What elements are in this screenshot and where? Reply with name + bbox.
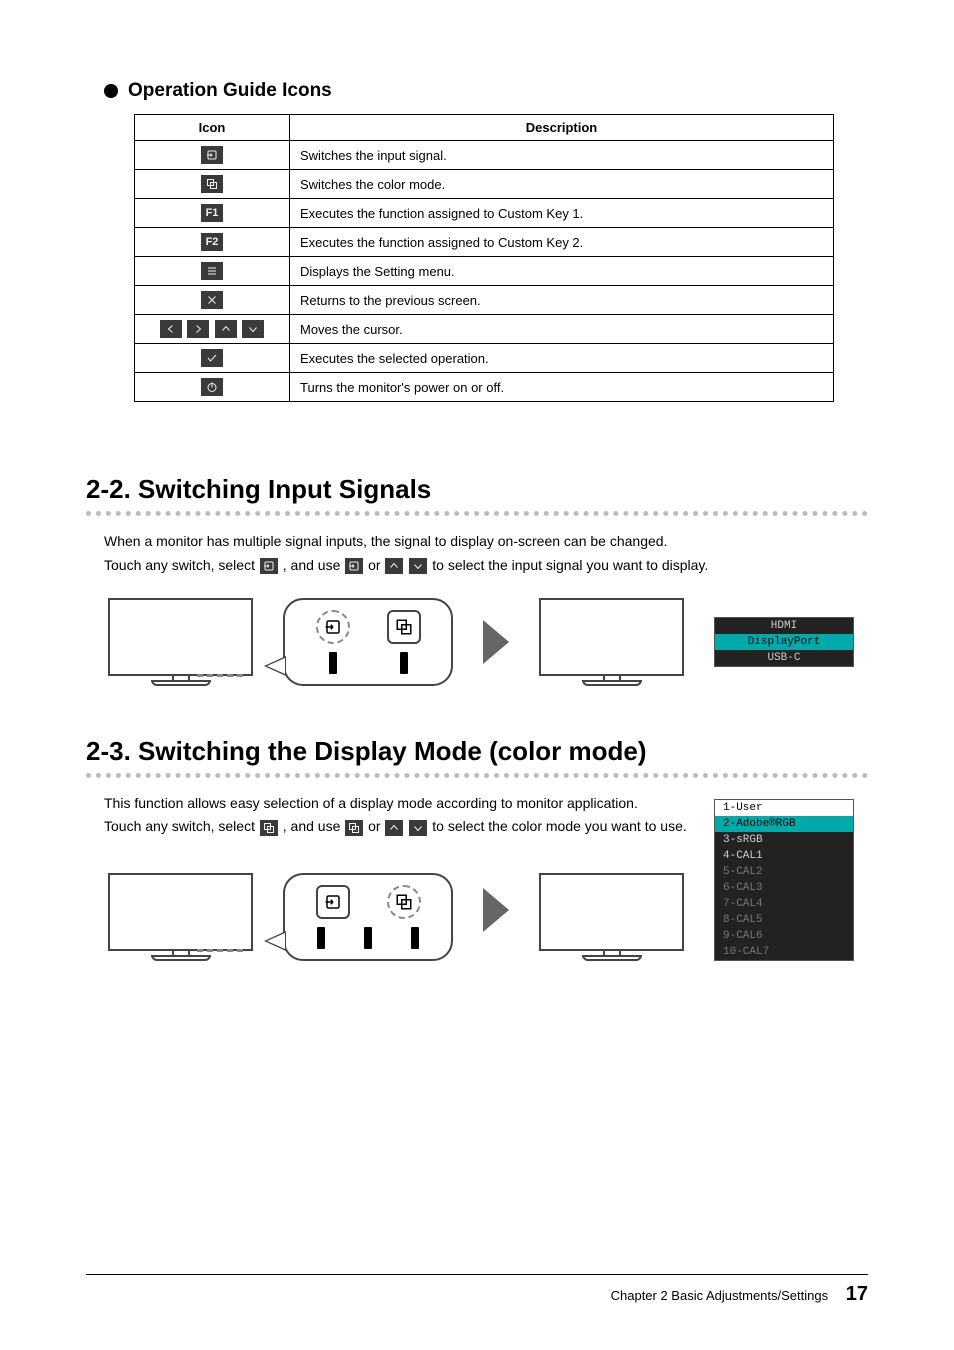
desc-cell: Displays the Setting menu. bbox=[290, 257, 834, 286]
power-icon bbox=[201, 378, 223, 396]
menu-icon bbox=[201, 262, 223, 280]
desc-cell: Moves the cursor. bbox=[290, 315, 834, 344]
monitor-icon bbox=[539, 873, 684, 961]
f1-icon: F1 bbox=[201, 204, 223, 222]
input-icon bbox=[316, 610, 350, 644]
check-icon bbox=[201, 349, 223, 367]
figure-row-input: HDMI DisplayPort USB-C bbox=[108, 598, 868, 686]
placeholder-icon bbox=[364, 927, 372, 949]
input-osd-menu: HDMI DisplayPort USB-C bbox=[714, 617, 854, 667]
left-icon bbox=[160, 320, 182, 338]
input-icon bbox=[316, 885, 350, 919]
arrow-right-icon bbox=[483, 620, 509, 664]
color-osd-menu: 1-User 2-Adobe®RGB 3-sRGB 4-CAL1 5-CAL2 … bbox=[714, 799, 854, 961]
desc-cell: Switches the input signal. bbox=[290, 141, 834, 170]
down-icon bbox=[409, 820, 427, 836]
bullet-icon bbox=[104, 84, 118, 98]
up-icon bbox=[385, 558, 403, 574]
table-row: Displays the Setting menu. bbox=[135, 257, 834, 286]
osd-item-selected: 2-Adobe®RGB bbox=[715, 816, 853, 832]
osd-item: 3-sRGB bbox=[715, 832, 853, 848]
up-icon bbox=[385, 820, 403, 836]
subheading-text: Operation Guide Icons bbox=[128, 80, 332, 102]
sec22-body: When a monitor has multiple signal input… bbox=[104, 530, 868, 578]
section-2-3-title: 2-3. Switching the Display Mode (color m… bbox=[86, 736, 868, 767]
section-2-2-title: 2-2. Switching Input Signals bbox=[86, 474, 868, 505]
monitor-icon bbox=[108, 598, 253, 686]
subheading-operation-guide-icons: Operation Guide Icons bbox=[104, 80, 868, 102]
footer-chapter: Chapter 2 Basic Adjustments/Settings bbox=[611, 1288, 829, 1303]
table-row: Moves the cursor. bbox=[135, 315, 834, 344]
osd-item: 9-CAL6 bbox=[715, 928, 853, 944]
input-icon bbox=[345, 558, 363, 574]
th-icon: Icon bbox=[135, 115, 290, 141]
input-icon bbox=[260, 558, 278, 574]
desc-cell: Executes the selected operation. bbox=[290, 344, 834, 373]
color-mode-icon bbox=[387, 610, 421, 644]
table-row: Switches the input signal. bbox=[135, 141, 834, 170]
speech-bubble bbox=[283, 873, 453, 961]
up-icon bbox=[215, 320, 237, 338]
table-row: Executes the selected operation. bbox=[135, 344, 834, 373]
f2-icon: F2 bbox=[201, 233, 223, 251]
placeholder-icon bbox=[400, 652, 408, 674]
arrow-right-icon bbox=[483, 888, 509, 932]
color-mode-icon bbox=[387, 885, 421, 919]
osd-item: 4-CAL1 bbox=[715, 848, 853, 864]
placeholder-icon bbox=[317, 927, 325, 949]
right-icon bbox=[187, 320, 209, 338]
osd-item: USB-C bbox=[715, 650, 853, 666]
icon-table: Icon Description Switches the input sign… bbox=[134, 114, 834, 402]
osd-item: 10-CAL7 bbox=[715, 944, 853, 960]
footer-page-number: 17 bbox=[846, 1283, 868, 1305]
sec22-p2: Touch any switch, select , and use or to… bbox=[104, 554, 868, 578]
speech-bubble bbox=[283, 598, 453, 686]
down-icon bbox=[409, 558, 427, 574]
desc-cell: Returns to the previous screen. bbox=[290, 286, 834, 315]
table-row: F1 Executes the function assigned to Cus… bbox=[135, 199, 834, 228]
osd-item: 8-CAL5 bbox=[715, 912, 853, 928]
figure-row-color: 1-User 2-Adobe®RGB 3-sRGB 4-CAL1 5-CAL2 … bbox=[108, 859, 868, 961]
th-description: Description bbox=[290, 115, 834, 141]
close-icon bbox=[201, 291, 223, 309]
osd-item-selected: DisplayPort bbox=[715, 634, 853, 650]
desc-cell: Executes the function assigned to Custom… bbox=[290, 228, 834, 257]
placeholder-icon bbox=[411, 927, 419, 949]
osd-item: HDMI bbox=[715, 618, 853, 634]
monitor-icon bbox=[539, 598, 684, 686]
divider bbox=[86, 773, 868, 778]
table-row: Turns the monitor's power on or off. bbox=[135, 373, 834, 402]
input-icon bbox=[201, 146, 223, 164]
desc-cell: Turns the monitor's power on or off. bbox=[290, 373, 834, 402]
osd-item: 7-CAL4 bbox=[715, 896, 853, 912]
color-mode-icon bbox=[260, 820, 278, 836]
table-row: Switches the color mode. bbox=[135, 170, 834, 199]
page-footer: Chapter 2 Basic Adjustments/Settings 17 bbox=[86, 1274, 868, 1306]
color-mode-icon bbox=[201, 175, 223, 193]
table-row: Returns to the previous screen. bbox=[135, 286, 834, 315]
osd-item: 6-CAL3 bbox=[715, 880, 853, 896]
table-row: F2 Executes the function assigned to Cus… bbox=[135, 228, 834, 257]
osd-item: 5-CAL2 bbox=[715, 864, 853, 880]
osd-item: 1-User bbox=[715, 800, 853, 816]
monitor-icon bbox=[108, 873, 253, 961]
down-icon bbox=[242, 320, 264, 338]
desc-cell: Executes the function assigned to Custom… bbox=[290, 199, 834, 228]
desc-cell: Switches the color mode. bbox=[290, 170, 834, 199]
color-mode-icon bbox=[345, 820, 363, 836]
placeholder-icon bbox=[329, 652, 337, 674]
sec22-p1: When a monitor has multiple signal input… bbox=[104, 530, 868, 554]
divider bbox=[86, 511, 868, 516]
